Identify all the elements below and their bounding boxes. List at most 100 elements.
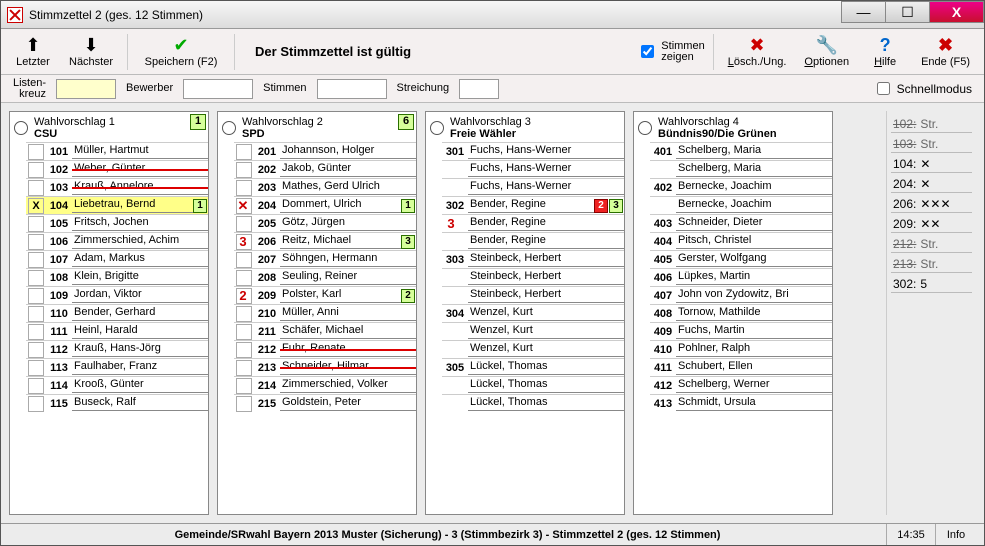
show-votes-toggle[interactable]: Stimmen zeigen bbox=[637, 41, 704, 63]
candidate-row[interactable]: Steinbeck, Herbert bbox=[442, 286, 624, 304]
info-button[interactable]: Info bbox=[936, 524, 976, 545]
minimize-button[interactable]: — bbox=[841, 1, 886, 23]
vote-mark[interactable] bbox=[28, 360, 44, 376]
vote-mark[interactable] bbox=[28, 396, 44, 412]
candidate-row[interactable]: 413 Schmidt, Ursula bbox=[650, 394, 832, 412]
candidate-row[interactable]: 201 Johannson, Holger bbox=[234, 142, 416, 160]
vote-mark[interactable] bbox=[28, 216, 44, 232]
candidate-row[interactable]: 2209 Polster, Karl 2 bbox=[234, 286, 416, 304]
vote-mark[interactable] bbox=[28, 162, 44, 178]
candidate-row[interactable]: 103 Krauß, Annelore bbox=[26, 178, 208, 196]
candidate-row[interactable]: Lückel, Thomas bbox=[442, 376, 624, 394]
vote-mark[interactable] bbox=[28, 378, 44, 394]
candidate-row[interactable]: 401 Schelberg, Maria bbox=[650, 142, 832, 160]
candidate-row[interactable]: 3 Bender, Regine bbox=[442, 214, 624, 232]
candidate-row[interactable]: ✕204 Dommert, Ulrich 1 bbox=[234, 196, 416, 214]
candidate-row[interactable]: 410 Pohlner, Ralph bbox=[650, 340, 832, 358]
candidate-row[interactable]: 111 Heinl, Harald bbox=[26, 322, 208, 340]
list-radio[interactable] bbox=[222, 121, 236, 135]
candidate-row[interactable]: 406 Lüpkes, Martin bbox=[650, 268, 832, 286]
vote-mark[interactable] bbox=[236, 270, 252, 286]
candidate-row[interactable]: 208 Seuling, Reiner bbox=[234, 268, 416, 286]
maximize-button[interactable]: ☐ bbox=[885, 1, 930, 23]
schnellmodus-checkbox[interactable] bbox=[877, 82, 890, 95]
candidate-row[interactable]: 411 Schubert, Ellen bbox=[650, 358, 832, 376]
candidate-row[interactable]: 402 Bernecke, Joachim bbox=[650, 178, 832, 196]
vote-mark[interactable] bbox=[28, 252, 44, 268]
vote-mark[interactable] bbox=[236, 216, 252, 232]
vote-mark[interactable] bbox=[236, 378, 252, 394]
candidate-row[interactable]: 404 Pitsch, Christel bbox=[650, 232, 832, 250]
options-button[interactable]: 🔧 Optionen bbox=[798, 34, 855, 70]
schnellmodus-toggle[interactable]: Schnellmodus bbox=[873, 79, 972, 98]
candidate-row[interactable]: 215 Goldstein, Peter bbox=[234, 394, 416, 412]
candidate-row[interactable]: Fuchs, Hans-Werner bbox=[442, 178, 624, 196]
vote-mark[interactable] bbox=[28, 144, 44, 160]
candidate-row[interactable]: Bernecke, Joachim bbox=[650, 196, 832, 214]
list-radio[interactable] bbox=[430, 121, 444, 135]
candidate-row[interactable]: 405 Gerster, Wolfgang bbox=[650, 250, 832, 268]
candidate-row[interactable]: 203 Mathes, Gerd Ulrich bbox=[234, 178, 416, 196]
vote-mark[interactable] bbox=[236, 360, 252, 376]
candidate-row[interactable]: 303 Steinbeck, Herbert bbox=[442, 250, 624, 268]
candidate-row[interactable]: 101 Müller, Hartmut bbox=[26, 142, 208, 160]
candidate-row[interactable]: 207 Söhngen, Hermann bbox=[234, 250, 416, 268]
candidate-row[interactable]: Bender, Regine bbox=[442, 232, 624, 250]
end-button[interactable]: ✖ Ende (F5) bbox=[915, 34, 976, 70]
candidate-row[interactable]: 106 Zimmerschied, Achim bbox=[26, 232, 208, 250]
vote-mark[interactable] bbox=[28, 234, 44, 250]
list-radio[interactable] bbox=[14, 121, 28, 135]
save-button[interactable]: ✔ Speichern (F2) bbox=[136, 34, 226, 70]
candidate-row[interactable]: 110 Bender, Gerhard bbox=[26, 304, 208, 322]
candidate-row[interactable]: Steinbeck, Herbert bbox=[442, 268, 624, 286]
vote-mark[interactable] bbox=[28, 288, 44, 304]
vote-mark[interactable] bbox=[28, 270, 44, 286]
candidate-row[interactable]: 205 Götz, Jürgen bbox=[234, 214, 416, 232]
candidate-row[interactable]: 3206 Reitz, Michael 3 bbox=[234, 232, 416, 250]
vote-mark[interactable] bbox=[28, 180, 44, 196]
candidate-row[interactable]: Schelberg, Maria bbox=[650, 160, 832, 178]
candidate-row[interactable]: 113 Faulhaber, Franz bbox=[26, 358, 208, 376]
candidate-row[interactable]: 409 Fuchs, Martin bbox=[650, 322, 832, 340]
candidate-row[interactable]: Wenzel, Kurt bbox=[442, 340, 624, 358]
vote-mark[interactable] bbox=[236, 144, 252, 160]
listenkreuz-input[interactable] bbox=[56, 79, 116, 99]
vote-mark[interactable] bbox=[236, 180, 252, 196]
candidate-row[interactable]: 302 Bender, Regine 23 bbox=[442, 196, 624, 214]
vote-mark[interactable] bbox=[236, 252, 252, 268]
candidate-row[interactable]: Lückel, Thomas bbox=[442, 394, 624, 412]
candidate-row[interactable]: Fuchs, Hans-Werner bbox=[442, 160, 624, 178]
bewerber-input[interactable] bbox=[183, 79, 253, 99]
list-radio[interactable] bbox=[638, 121, 652, 135]
vote-mark[interactable] bbox=[28, 342, 44, 358]
candidate-row[interactable]: 109 Jordan, Viktor bbox=[26, 286, 208, 304]
candidate-row[interactable]: 108 Klein, Brigitte bbox=[26, 268, 208, 286]
delete-button[interactable]: ✖ LLösch./Ung.ösch./Ung. bbox=[722, 34, 793, 70]
vote-mark[interactable] bbox=[236, 324, 252, 340]
vote-mark[interactable] bbox=[236, 342, 252, 358]
vote-mark[interactable] bbox=[28, 324, 44, 340]
candidate-row[interactable]: 403 Schneider, Dieter bbox=[650, 214, 832, 232]
candidate-row[interactable]: 105 Fritsch, Jochen bbox=[26, 214, 208, 232]
stimmen-input[interactable] bbox=[317, 79, 387, 99]
vote-mark[interactable] bbox=[28, 306, 44, 322]
vote-mark[interactable] bbox=[236, 162, 252, 178]
candidate-row[interactable]: 210 Müller, Anni bbox=[234, 304, 416, 322]
candidate-row[interactable]: X104 Liebetrau, Bernd 1 bbox=[26, 196, 208, 214]
candidate-row[interactable]: Wenzel, Kurt bbox=[442, 322, 624, 340]
help-button[interactable]: ? Hilfe bbox=[861, 34, 909, 70]
vote-mark[interactable]: X bbox=[28, 198, 44, 214]
candidate-row[interactable]: 115 Buseck, Ralf bbox=[26, 394, 208, 412]
candidate-row[interactable]: 213 Schneider, Hilmar bbox=[234, 358, 416, 376]
vote-mark[interactable] bbox=[236, 306, 252, 322]
candidate-row[interactable]: 407 John von Zydowitz, Bri bbox=[650, 286, 832, 304]
candidate-row[interactable]: 304 Wenzel, Kurt bbox=[442, 304, 624, 322]
candidate-row[interactable]: 112 Krauß, Hans-Jörg bbox=[26, 340, 208, 358]
show-votes-checkbox[interactable] bbox=[641, 45, 654, 58]
candidate-row[interactable]: 212 Fuhr, Renate bbox=[234, 340, 416, 358]
candidate-row[interactable]: 107 Adam, Markus bbox=[26, 250, 208, 268]
streichung-input[interactable] bbox=[459, 79, 499, 99]
close-button[interactable]: X bbox=[929, 1, 984, 23]
candidate-row[interactable]: 202 Jakob, Günter bbox=[234, 160, 416, 178]
next-button[interactable]: ⬇ Nächster bbox=[63, 34, 119, 70]
